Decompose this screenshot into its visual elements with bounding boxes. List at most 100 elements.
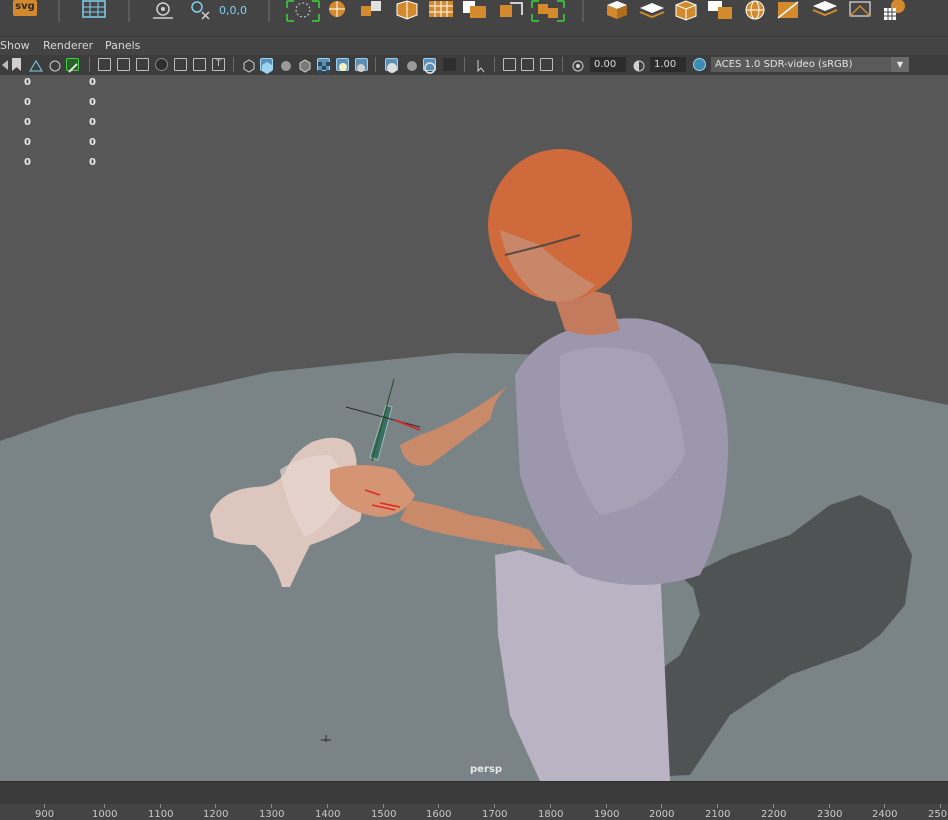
lights-icon[interactable]: [336, 58, 349, 71]
tick-label: 2300: [817, 809, 843, 820]
tick-label: 1300: [259, 809, 285, 820]
shelf-separator: [582, 0, 584, 22]
select-box-icon[interactable]: [531, 0, 565, 22]
tick-label: 1000: [92, 809, 118, 820]
uv-layout-icon[interactable]: [707, 0, 732, 22]
tick-label: 2100: [705, 809, 731, 820]
stack-icon[interactable]: [811, 0, 838, 22]
planes-icon[interactable]: [360, 0, 382, 22]
plane-split-icon[interactable]: [776, 0, 799, 22]
hud-value-a: 0: [24, 117, 31, 128]
pencil-icon[interactable]: [66, 58, 79, 73]
xray-components-icon[interactable]: [540, 58, 553, 71]
wireframe-icon[interactable]: [242, 58, 255, 73]
camera-frame-icon[interactable]: [848, 0, 871, 22]
color-space-value: ACES 1.0 SDR-video (sRGB): [715, 59, 853, 70]
tick-label: 250: [928, 809, 948, 820]
multisample-aa-icon[interactable]: [423, 58, 436, 74]
cube-split-icon[interactable]: [394, 0, 418, 22]
hud-value-a: 0: [24, 137, 31, 148]
globe-grid-icon[interactable]: [883, 0, 905, 22]
shelf-toolbar: svg 0,0,0: [0, 0, 948, 37]
screen-space-ao-icon[interactable]: [385, 58, 398, 73]
hud-value-b: 0: [89, 117, 96, 128]
safe-title-icon[interactable]: T: [212, 58, 225, 71]
gate-mask-icon[interactable]: [155, 58, 168, 71]
camera-name-label: persp: [470, 764, 502, 775]
smooth-shade-icon[interactable]: [260, 58, 273, 74]
hud-value-b: 0: [89, 137, 96, 148]
tick-label: 1600: [426, 809, 452, 820]
chevron-down-icon: ▼: [891, 57, 909, 72]
transform-icon[interactable]: [498, 0, 523, 22]
sphere-icon[interactable]: [326, 0, 348, 22]
depth-of-field-icon[interactable]: [443, 58, 456, 71]
color-management-icon[interactable]: [693, 58, 706, 71]
tick-mark: [884, 804, 885, 808]
snap-coordinates[interactable]: 0,0,0: [219, 4, 247, 17]
exposure-icon[interactable]: [571, 58, 584, 72]
xray-joints-icon[interactable]: [521, 58, 534, 71]
tick-mark: [940, 804, 941, 808]
svg-shelf-button[interactable]: svg: [13, 0, 37, 16]
shadows-icon[interactable]: [355, 58, 368, 72]
tick-mark: [550, 804, 551, 808]
tick-label: 1100: [148, 809, 174, 820]
snap-x-icon[interactable]: [188, 0, 210, 22]
tick-label: 1700: [482, 809, 508, 820]
grid-icon[interactable]: [82, 0, 106, 22]
wire-on-shaded-icon[interactable]: [298, 58, 311, 73]
select-camera-icon[interactable]: [29, 58, 43, 72]
hud-value-b: 0: [89, 97, 96, 108]
tick-mark: [271, 804, 272, 808]
menu-show[interactable]: Show: [0, 39, 30, 52]
exposure-field[interactable]: 0.00: [590, 57, 626, 72]
hud-value-b: 0: [89, 77, 96, 88]
perspective-viewport[interactable]: 0 0 0 0 0 0 0 0 0 0 persp: [0, 75, 948, 781]
tick-mark: [383, 804, 384, 808]
bookmark-icon[interactable]: [12, 58, 21, 71]
time-ruler[interactable]: 900 1000 1100 1200 1300 1400 1500 1600 1…: [0, 804, 948, 820]
tick-mark: [773, 804, 774, 808]
tick-mark: [438, 804, 439, 808]
tick-mark: [44, 804, 45, 808]
film-gate-icon[interactable]: [117, 58, 130, 71]
time-slider-bar[interactable]: [0, 781, 948, 805]
textured-icon[interactable]: [317, 58, 330, 74]
gamma-field[interactable]: 1.00: [650, 57, 686, 72]
tile-offset-icon[interactable]: [462, 0, 486, 22]
toolbar-separator: [233, 57, 234, 72]
tick-label: 1800: [538, 809, 564, 820]
gamma-icon[interactable]: [632, 58, 645, 72]
tick-label: 2400: [872, 809, 898, 820]
camera-tool-icon[interactable]: [150, 0, 173, 22]
camera-attributes-icon[interactable]: [48, 58, 61, 72]
default-material-icon[interactable]: [279, 58, 292, 71]
hud-value-b: 0: [89, 157, 96, 168]
tick-label: 2200: [761, 809, 787, 820]
grid-toggle-icon[interactable]: [98, 58, 111, 71]
menu-renderer[interactable]: Renderer: [43, 39, 93, 52]
select-lasso-icon[interactable]: [286, 0, 320, 22]
sphere-wire-icon[interactable]: [742, 0, 765, 22]
color-space-dropdown[interactable]: ACES 1.0 SDR-video (sRGB) ▼: [711, 57, 909, 72]
tick-mark: [215, 804, 216, 808]
resolution-gate-icon[interactable]: [136, 58, 149, 71]
safe-action-icon[interactable]: [193, 58, 206, 71]
shelf-separator: [58, 0, 60, 22]
xray-icon[interactable]: [503, 58, 516, 71]
cube-open-icon[interactable]: [673, 0, 697, 22]
shelf-separator: [128, 0, 130, 22]
tick-label: 900: [35, 809, 55, 820]
collapse-arrow-icon[interactable]: [2, 60, 8, 70]
isolate-select-icon[interactable]: [474, 58, 487, 73]
cube-orange-icon[interactable]: [604, 0, 627, 22]
tick-label: 1500: [371, 809, 397, 820]
motion-blur-icon[interactable]: [404, 58, 417, 71]
grid-tile-icon[interactable]: [428, 0, 453, 22]
hud-value-a: 0: [24, 77, 31, 88]
tick-mark: [661, 804, 662, 808]
field-chart-icon[interactable]: [174, 58, 187, 71]
layers-icon[interactable]: [638, 0, 665, 22]
menu-panels[interactable]: Panels: [105, 39, 140, 52]
